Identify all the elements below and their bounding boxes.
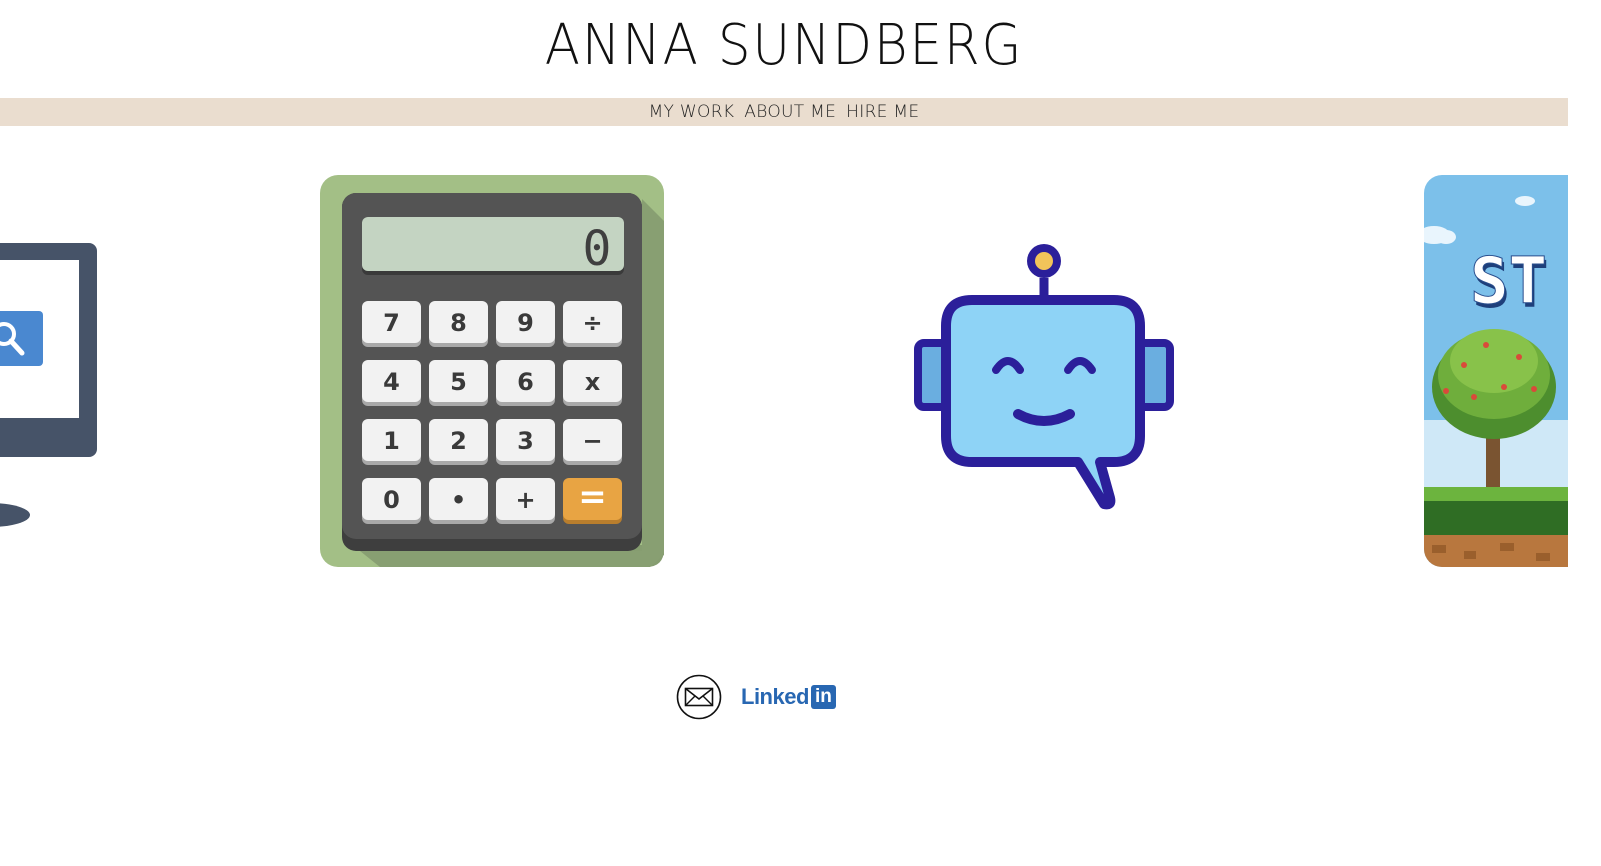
project-tile-calculator[interactable]: 0 7 8 9 ÷ 4 5 6 x 1 2 3 − 0 • + =	[320, 175, 664, 567]
calculator-key-label: −	[582, 427, 602, 455]
calculator-icon: 0 7 8 9 ÷ 4 5 6 x 1 2 3 − 0 • + =	[320, 175, 664, 567]
linkedin-icon: in	[810, 685, 836, 709]
calculator-key: 1	[362, 419, 421, 465]
main-nav: MY WORK ABOUT ME HIRE ME	[0, 98, 1568, 126]
calculator-key-label: 8	[450, 309, 467, 337]
calculator-key: −	[563, 419, 622, 465]
calculator-key: 5	[429, 360, 488, 406]
pixel-game-icon: ST ST	[1424, 175, 1568, 567]
calculator-key-label: 0	[383, 486, 400, 514]
calculator-key: =	[563, 477, 622, 524]
site-title[interactable]: ANNA SUNDBERG	[63, 10, 1506, 82]
calculator-key-label: 6	[517, 368, 534, 396]
calculator-key-label: 7	[383, 309, 400, 337]
email-link[interactable]	[676, 674, 722, 720]
game-title-fragment: ST	[1470, 245, 1547, 319]
calculator-key: 2	[429, 419, 488, 465]
linkedin-wordmark: Linked	[741, 684, 809, 709]
calculator-key: •	[429, 478, 488, 524]
calculator-key: 0	[362, 478, 421, 524]
calculator-key-label: 1	[383, 427, 400, 455]
calculator-key-label: ÷	[582, 309, 602, 337]
calculator-key-label: +	[515, 486, 535, 514]
monitor-search-icon	[0, 243, 97, 527]
calculator-key: 7	[362, 301, 421, 347]
calculator-key: 3	[496, 419, 555, 465]
nav-item-my-work[interactable]: MY WORK	[649, 98, 735, 126]
calculator-key: ÷	[563, 301, 622, 347]
calculator-key-label: 9	[517, 309, 534, 337]
calculator-key: 6	[496, 360, 555, 406]
calculator-key: 8	[429, 301, 488, 347]
calculator-key-label: x	[585, 368, 601, 396]
chatbot-icon	[914, 244, 1174, 510]
calculator-key: +	[496, 478, 555, 524]
calculator-key-label: 4	[383, 368, 400, 396]
project-tile-game[interactable]: ST ST	[1424, 175, 1568, 567]
nav-item-about-me[interactable]: ABOUT ME	[744, 98, 836, 126]
calculator-key: 4	[362, 360, 421, 406]
project-tile-chatbot[interactable]	[900, 230, 1190, 520]
calculator-key-label: •	[451, 486, 466, 514]
envelope-icon	[676, 674, 722, 720]
calculator-key: x	[563, 360, 622, 406]
calculator-key-label: 3	[517, 427, 534, 455]
calculator-key: 9	[496, 301, 555, 347]
calculator-key-label: =	[578, 477, 607, 517]
calculator-key-label: 2	[450, 427, 467, 455]
project-tile-search[interactable]	[0, 176, 110, 536]
calculator-display: 0	[583, 221, 612, 277]
nav-item-hire-me[interactable]: HIRE ME	[846, 98, 919, 126]
calculator-key-label: 5	[450, 368, 467, 396]
linkedin-link[interactable]: Linked in	[741, 682, 836, 712]
social-links: Linked in	[0, 674, 1568, 720]
